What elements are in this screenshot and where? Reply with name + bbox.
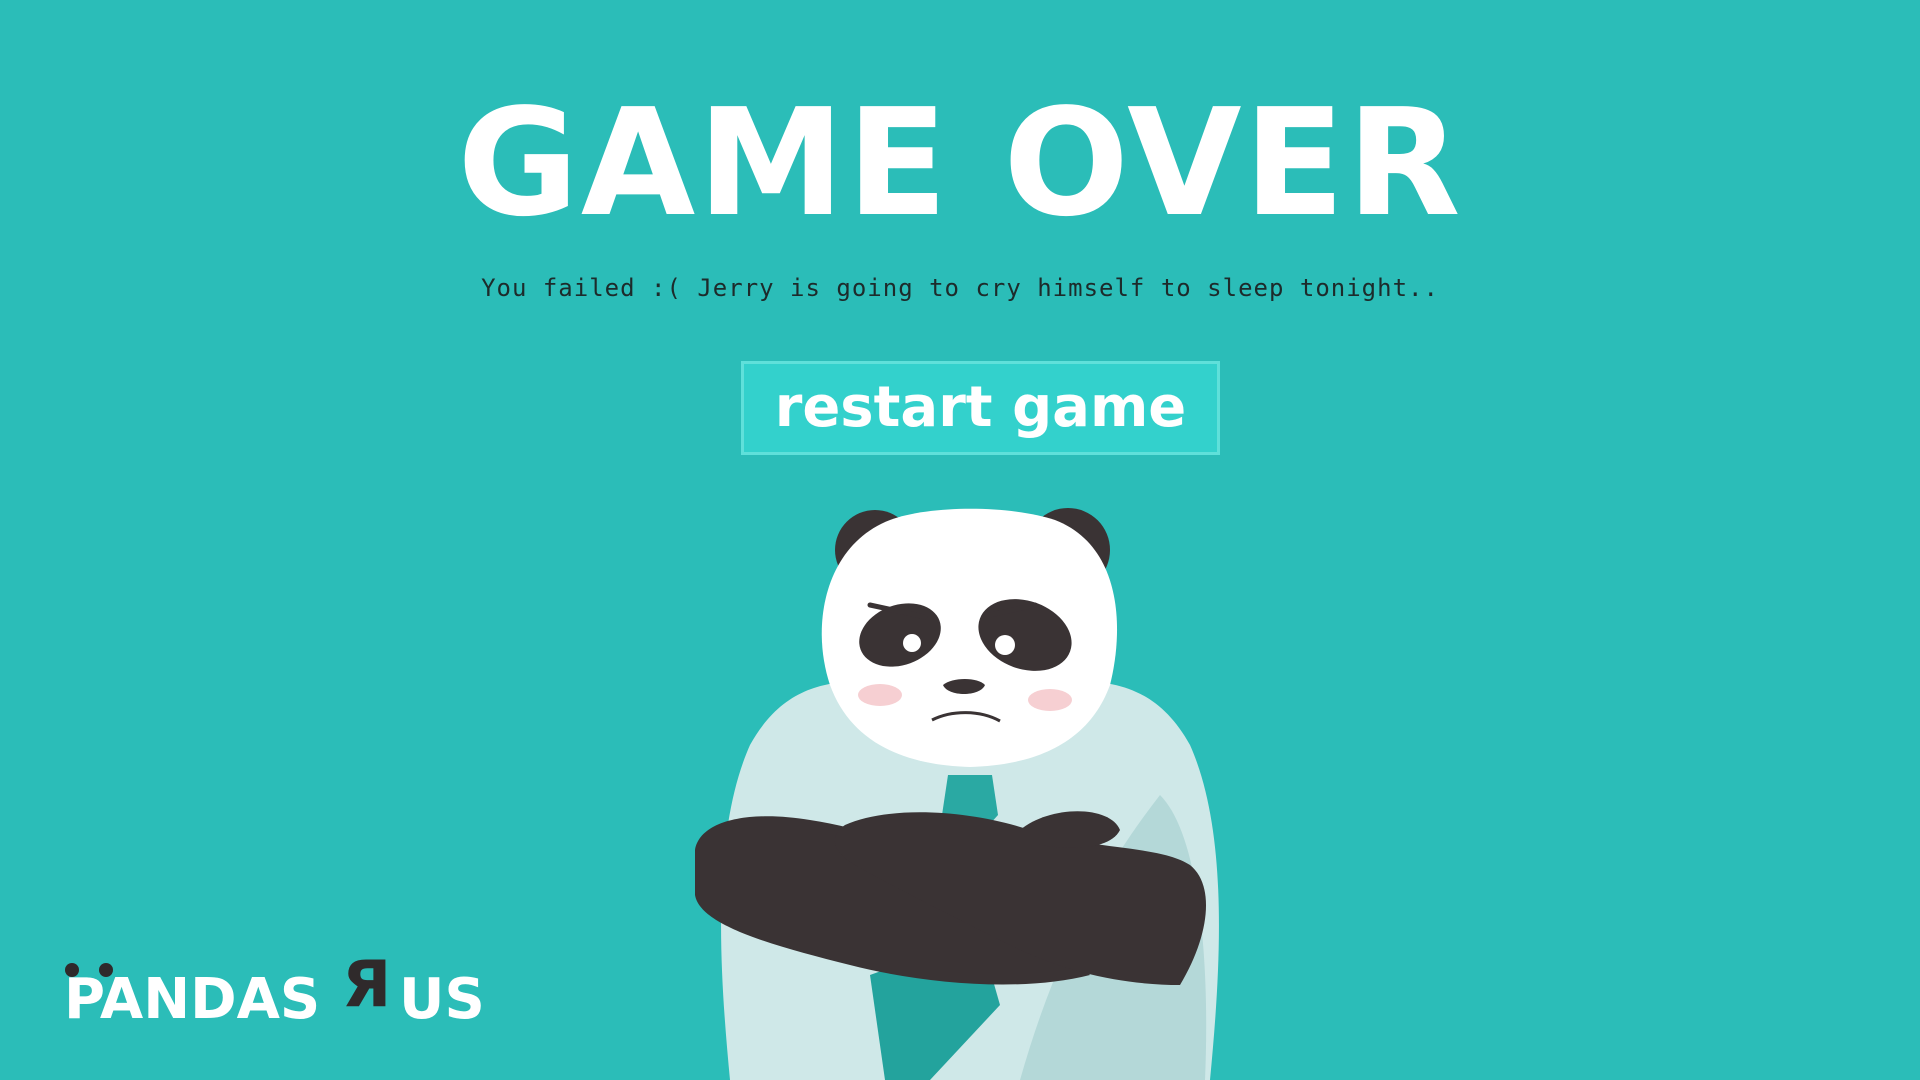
panda-cheek-left [858,684,902,706]
pandas-r-us-logo: PANDAS Я US [64,948,485,1028]
game-over-title: GAME OVER [457,77,1463,249]
logo-text-left: PANDAS [64,967,320,1028]
panda-cheek-right [1028,689,1072,711]
game-over-message: You failed :( Jerry is going to cry hims… [481,274,1439,302]
panda-eye-left [903,634,921,652]
panda-eye-right [995,635,1015,655]
panda-character-icon [695,508,1219,1080]
logo-text-r: Я [342,948,391,1022]
restart-game-button[interactable]: restart game [741,361,1220,455]
logo-text-right: US [399,967,485,1028]
